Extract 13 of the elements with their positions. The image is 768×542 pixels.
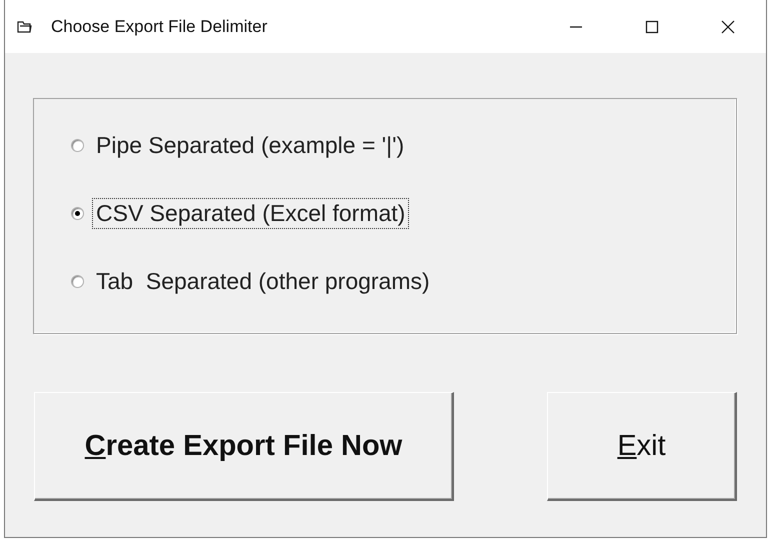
create-export-button[interactable]: Create Export File Now (34, 392, 454, 501)
minimize-icon (569, 26, 583, 28)
radio-button[interactable] (71, 206, 84, 220)
radio-button[interactable] (71, 274, 84, 288)
app-icon (17, 20, 33, 34)
radio-label[interactable]: Pipe Separated (example = '|') (92, 130, 408, 160)
maximize-icon (645, 20, 659, 34)
radio-label[interactable]: Tab Separated (other programs) (92, 266, 434, 296)
radio-label[interactable]: CSV Separated (Excel format) (92, 198, 410, 228)
window-title: Choose Export File Delimiter (51, 16, 268, 36)
close-icon (721, 20, 735, 34)
exit-button[interactable]: Exit (547, 392, 737, 501)
radio-button[interactable] (71, 138, 84, 152)
